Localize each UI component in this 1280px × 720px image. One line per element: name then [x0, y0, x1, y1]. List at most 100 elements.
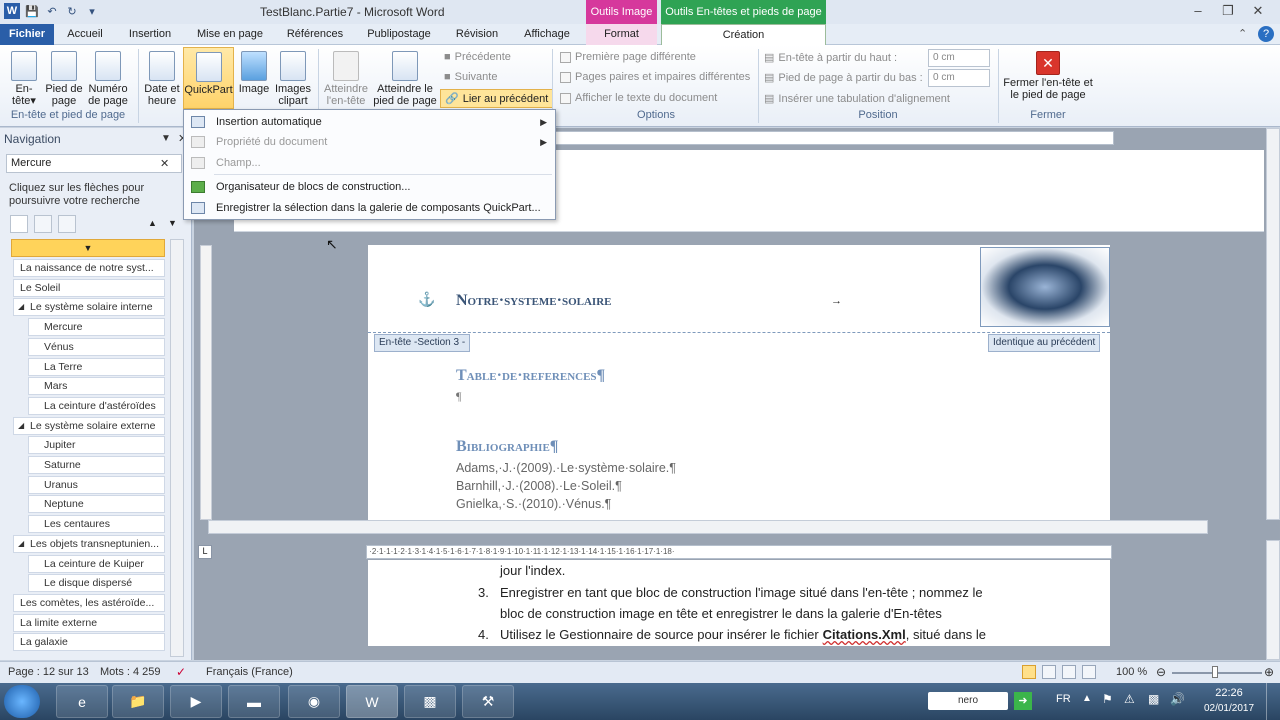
expand-triangle-icon[interactable]: ◢ [18, 536, 24, 552]
show-desktop-button[interactable] [1266, 683, 1280, 720]
nav-item[interactable]: ◢ Le système solaire interne [13, 298, 165, 317]
nav-item[interactable]: Saturne [28, 456, 165, 474]
tab-view[interactable]: Affichage [518, 24, 576, 45]
full-screen-view-icon[interactable] [1042, 665, 1056, 679]
nav-item[interactable]: Jupiter [28, 436, 165, 455]
help-icon[interactable]: ? [1258, 26, 1274, 42]
nav-item[interactable]: Neptune [28, 495, 165, 514]
footer-from-bottom-input[interactable]: 0 cm [928, 69, 990, 87]
vertical-scrollbar-bottom[interactable] [1266, 540, 1280, 660]
tab-selector-icon[interactable]: L [198, 545, 212, 559]
print-layout-view-icon[interactable] [1022, 665, 1036, 679]
language[interactable]: Français (France) [206, 666, 293, 678]
app-icon[interactable]: ▬ [228, 685, 280, 718]
nav-item[interactable]: Le disque dispersé [28, 574, 165, 593]
word-app-icon[interactable]: W [4, 3, 20, 19]
nav-item[interactable]: Mercure [28, 318, 165, 337]
tab-mailings[interactable]: Publipostage [362, 24, 436, 45]
nav-scrollbar[interactable] [170, 239, 184, 657]
nav-item[interactable]: La ceinture d'astéroïdes [28, 396, 165, 415]
bibliography-heading[interactable]: Bibliographie¶ [456, 438, 558, 456]
zoom-level[interactable]: 100 % [1116, 666, 1147, 678]
menu-item-building-blocks-organizer[interactable]: Organisateur de blocs de construction... [184, 177, 555, 197]
media-player-icon[interactable]: ▶ [170, 685, 222, 718]
tool-icon[interactable]: ⚒ [462, 685, 514, 718]
previous-button[interactable]: ■ Précédente [444, 51, 511, 63]
proofing-icon[interactable]: ✓ [176, 665, 186, 679]
clear-search-icon[interactable]: ✕ [160, 157, 169, 170]
file-explorer-icon[interactable]: 📁 [112, 685, 164, 718]
show-document-text-checkbox[interactable]: Afficher le texte du document [560, 92, 717, 104]
nav-item[interactable]: ◢ Le système solaire externe [13, 416, 165, 435]
nav-item[interactable]: Les centaures [28, 515, 165, 534]
insert-alignment-tab-button[interactable]: ▤ Insérer une tabulation d'alignement [764, 92, 950, 106]
tray-expand-icon[interactable]: ▲ [1082, 693, 1092, 704]
vertical-scrollbar-top[interactable] [1266, 128, 1280, 520]
clipart-button[interactable]: Images clipart [272, 51, 314, 107]
tab-review[interactable]: Révision [450, 24, 504, 45]
nav-item[interactable]: Vénus [28, 337, 165, 356]
tab-home[interactable]: Accueil [62, 24, 108, 45]
nav-previous-result-icon[interactable]: ▲ [148, 218, 157, 228]
clock-date[interactable]: 02/01/2017 [1200, 703, 1258, 714]
menu-item-save-to-gallery[interactable]: Enregistrer la sélection dans la galerie… [184, 198, 555, 218]
footer-button[interactable]: Pied de page [44, 51, 84, 107]
nav-headings-view-icon[interactable] [10, 215, 28, 233]
tab-file[interactable]: Fichier [0, 24, 54, 45]
chrome-icon[interactable]: ◉ [288, 685, 340, 718]
close-header-footer-button[interactable]: ✕ Fermer l'en-tête et le pied de page [1002, 51, 1094, 101]
nav-item[interactable]: Les comètes, les astéroïde... [13, 593, 165, 612]
tab-format[interactable]: Format [586, 24, 657, 45]
header-image[interactable] [980, 247, 1110, 327]
network-icon[interactable]: ▩ [1148, 692, 1159, 706]
nav-item[interactable]: La Terre [28, 357, 165, 376]
list-continuation[interactable]: jour l'index. [500, 563, 565, 578]
web-layout-view-icon[interactable] [1062, 665, 1076, 679]
image-button[interactable]: Image [236, 51, 272, 95]
vertical-ruler-top[interactable] [200, 245, 212, 520]
date-time-button[interactable]: Date et heure [143, 51, 181, 107]
nav-results-view-icon[interactable] [58, 215, 76, 233]
odd-even-different-checkbox[interactable]: Pages paires et impaires différentes [560, 71, 750, 83]
zoom-out-icon[interactable]: ⊖ [1156, 665, 1166, 679]
nav-next-result-icon[interactable]: ▼ [168, 218, 177, 228]
tab-references[interactable]: Références [282, 24, 348, 45]
biblio-entry[interactable]: Adams,·J.·(2009).·Le·système·solaire.¶ [456, 461, 676, 475]
header-button[interactable]: En-tête▾ [4, 51, 44, 107]
nero-search-box[interactable]: nero [928, 692, 1008, 710]
nav-item[interactable]: ◢ Les objets transneptunien... [13, 534, 165, 553]
outline-view-icon[interactable] [1082, 665, 1096, 679]
horizontal-ruler-bottom[interactable]: ·2·1·1·1·2·1·3·1·4·1·5·1·6·1·7·1·8·1·9·1… [366, 545, 1112, 559]
undo-icon[interactable]: ↶ [44, 3, 60, 19]
notes-icon[interactable]: ▩ [404, 685, 456, 718]
security-icon[interactable]: ⚠ [1124, 692, 1135, 706]
tab-page-layout[interactable]: Mise en page [190, 24, 270, 45]
zoom-slider-thumb[interactable] [1212, 666, 1218, 678]
nav-search-input[interactable]: Mercure [6, 154, 182, 173]
nav-item[interactable]: La galaxie [13, 633, 165, 652]
restore-button[interactable]: ❐ [1215, 2, 1241, 20]
menu-item-document-property[interactable]: Propriété du document ▶ [184, 132, 555, 152]
page-number-button[interactable]: Numéro de page [86, 51, 130, 107]
input-language[interactable]: FR [1056, 693, 1071, 705]
tab-insert[interactable]: Insertion [122, 24, 178, 45]
nav-item[interactable]: Mars [28, 377, 165, 396]
nav-item[interactable]: La limite externe [13, 613, 165, 632]
redo-icon[interactable]: ↻ [64, 3, 80, 19]
tab-design[interactable]: Création [661, 24, 826, 45]
customize-qat-icon[interactable]: ▾ [84, 3, 100, 19]
list-item-4-line[interactable]: Utilisez le Gestionnaire de source pour … [500, 627, 986, 642]
menu-item-field[interactable]: Champ... [184, 153, 555, 173]
list-item-3-line1[interactable]: Enregistrer en tant que bloc de construc… [500, 585, 983, 600]
nero-go-icon[interactable]: ➜ [1014, 692, 1032, 710]
first-page-different-checkbox[interactable]: Première page différente [560, 51, 696, 63]
internet-explorer-icon[interactable]: e [56, 685, 108, 718]
volume-icon[interactable]: 🔊 [1170, 692, 1185, 706]
toc-heading[interactable]: Table·de·references¶ [456, 367, 605, 385]
save-icon[interactable]: 💾 [24, 3, 40, 19]
goto-header-button[interactable]: Atteindre l'en-tête [322, 51, 370, 107]
clock-time[interactable]: 22:26 [1204, 687, 1254, 699]
list-item-3-line2[interactable]: bloc de construction image en tête et en… [500, 606, 942, 621]
close-window-button[interactable]: ✕ [1245, 2, 1271, 20]
expand-triangle-icon[interactable]: ◢ [18, 418, 24, 434]
